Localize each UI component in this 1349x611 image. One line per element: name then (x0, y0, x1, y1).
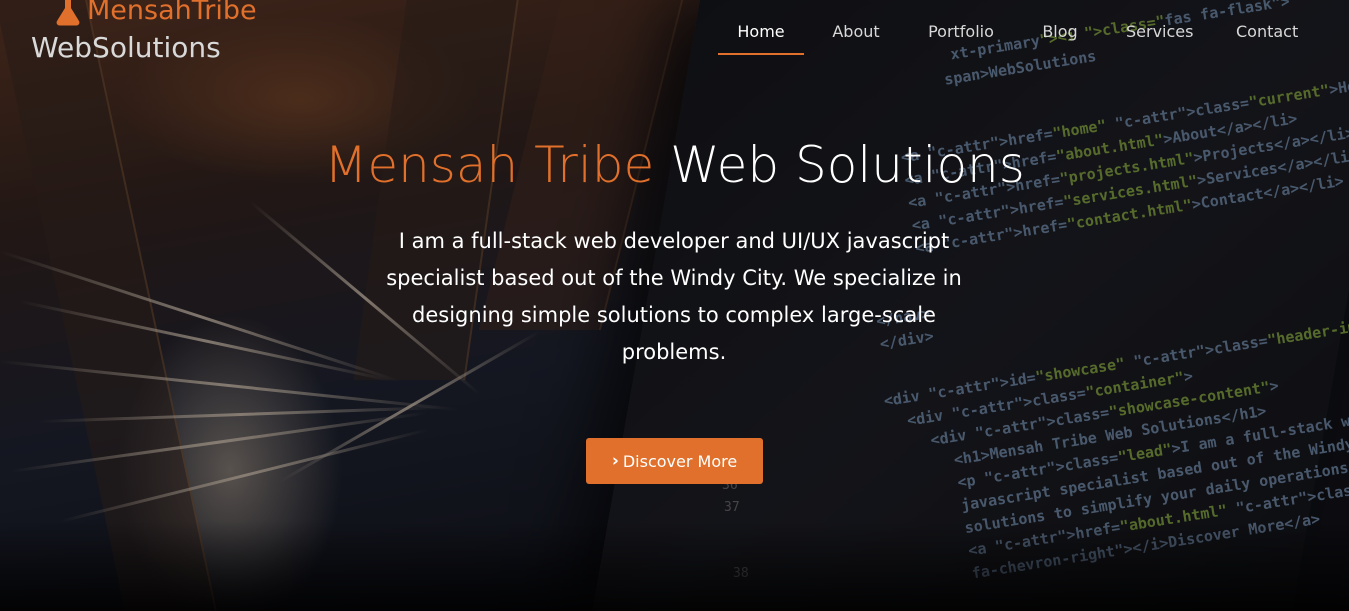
nav-item-contact[interactable]: Contact (1236, 14, 1298, 55)
hero-title-accent: Mensah Tribe (324, 136, 655, 194)
chevron-right-icon: › (611, 451, 619, 471)
main-nav: Home About Portfolio Blog Services Conta… (718, 14, 1298, 55)
nav-item-home[interactable]: Home (718, 14, 804, 55)
discover-more-button[interactable]: › Discover More (586, 438, 763, 484)
hero-lead: I am a full-stack web developer and UI/U… (386, 229, 962, 364)
bottom-shade (0, 521, 1349, 611)
nav-item-services[interactable]: Services (1126, 14, 1193, 55)
nav-item-portfolio[interactable]: Portfolio (928, 14, 994, 55)
flask-icon (56, 0, 80, 26)
hero-title: Mensah Tribe Web Solutions (0, 136, 1349, 194)
hero-title-rest: Web Solutions (670, 136, 1025, 194)
brand-logo[interactable]: MensahTribe WebSolutions (31, 0, 257, 66)
brand-name-line2: WebSolutions (31, 31, 221, 64)
brand-name-line1: MensahTribe (87, 0, 257, 26)
discover-more-label: Discover More (622, 451, 738, 471)
nav-item-about[interactable]: About (832, 14, 880, 55)
nav-item-blog[interactable]: Blog (1042, 14, 1078, 55)
